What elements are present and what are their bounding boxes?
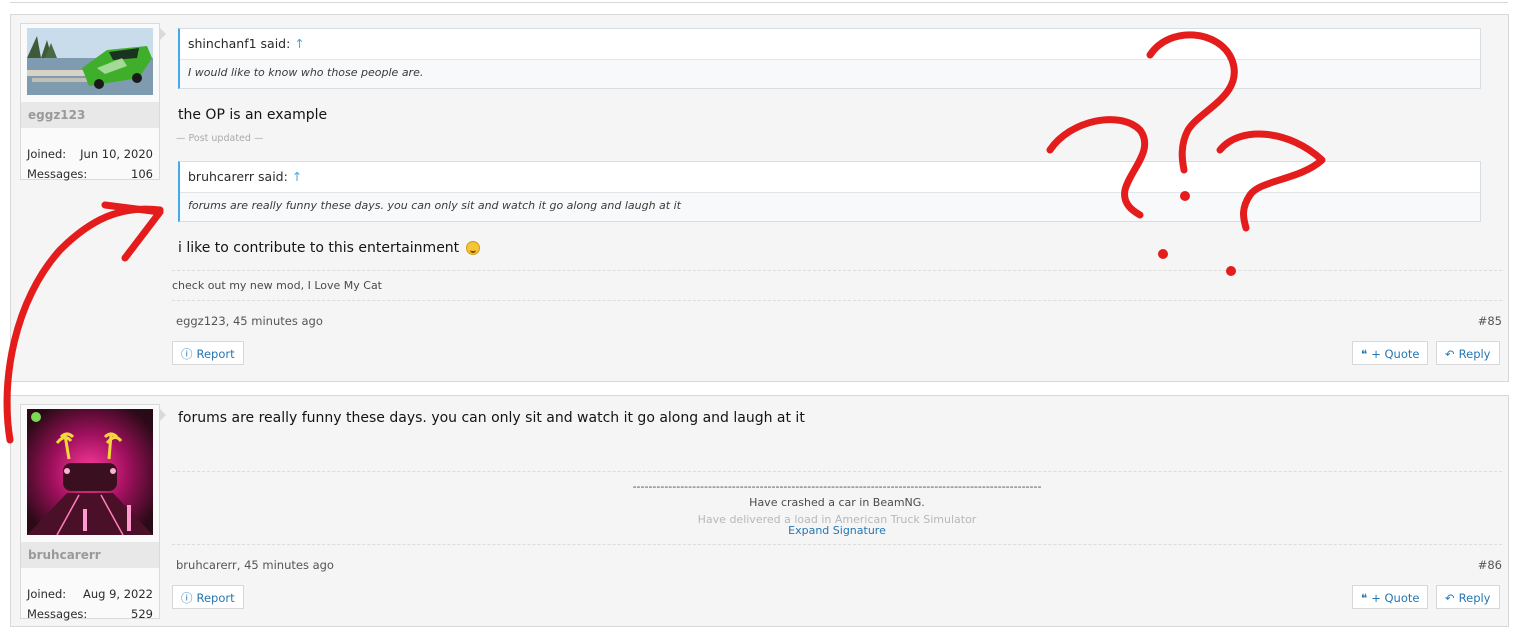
post-text-content: i like to contribute to this entertainme… bbox=[178, 240, 460, 256]
joined-value: Aug 9, 2022 bbox=[82, 587, 153, 601]
reply-button[interactable]: ↶ Reply bbox=[1436, 341, 1500, 365]
joined-label: Joined: bbox=[27, 147, 67, 161]
report-label: Report bbox=[196, 347, 235, 361]
post-text: i like to contribute to this entertainme… bbox=[178, 240, 480, 256]
divider bbox=[172, 300, 1502, 301]
userbox-pointer bbox=[159, 27, 166, 41]
quote-header: bruhcarerr said: ↑ bbox=[180, 162, 1480, 193]
messages-value: 529 bbox=[131, 607, 153, 621]
forum-post: bruhcarerr Joined: Aug 9, 2022 Messages:… bbox=[10, 395, 1509, 627]
userbox-pointer bbox=[159, 408, 166, 422]
info-circle-icon: ⓘ bbox=[181, 347, 193, 361]
jump-up-icon[interactable]: ↑ bbox=[292, 169, 302, 184]
quote-block: bruhcarerr said: ↑ forums are really funn… bbox=[178, 161, 1481, 222]
divider bbox=[172, 544, 1502, 545]
quote-text: forums are really funny these days. you … bbox=[188, 199, 681, 212]
forum-post: eggz123 Joined: Jun 10, 2020 Messages: 1… bbox=[10, 14, 1509, 382]
joined-value: Jun 10, 2020 bbox=[80, 147, 153, 161]
signature-line: Have crashed a car in BeamNG. bbox=[749, 496, 925, 509]
joined-label: Joined: bbox=[27, 587, 67, 601]
reply-button[interactable]: ↶ Reply bbox=[1436, 585, 1500, 609]
quote-author[interactable]: shinchanf1 said: bbox=[188, 36, 290, 51]
reply-icon: ↶ bbox=[1445, 591, 1455, 605]
divider bbox=[172, 270, 1502, 271]
quote-icon: ❝ bbox=[1361, 347, 1368, 361]
quote-icon: ❝ bbox=[1361, 591, 1368, 605]
quote-label: + Quote bbox=[1371, 347, 1420, 361]
quote-button[interactable]: ❝ + Quote bbox=[1352, 585, 1429, 609]
post-text: forums are really funny these days. you … bbox=[178, 410, 805, 426]
avatar[interactable] bbox=[27, 28, 153, 95]
username[interactable]: bruhcarerr bbox=[21, 542, 159, 568]
post-text: the OP is an example bbox=[178, 107, 328, 123]
report-button[interactable]: ⓘ Report bbox=[172, 341, 244, 365]
username[interactable]: eggz123 bbox=[21, 102, 159, 128]
avatar[interactable] bbox=[27, 409, 153, 535]
messages-label: Messages: bbox=[27, 607, 88, 621]
user-info-box: bruhcarerr Joined: Aug 9, 2022 Messages:… bbox=[20, 404, 160, 621]
post-number[interactable]: #86 bbox=[1478, 558, 1502, 572]
signature-rule: ----------------------------------------… bbox=[632, 480, 1042, 493]
post-meta[interactable]: eggz123, 45 minutes ago bbox=[176, 314, 323, 328]
quote-author[interactable]: bruhcarerr said: bbox=[188, 169, 288, 184]
info-circle-icon: ⓘ bbox=[181, 591, 193, 605]
user-info-box: eggz123 Joined: Jun 10, 2020 Messages: 1… bbox=[20, 23, 160, 181]
quote-text: I would like to know who those people ar… bbox=[188, 66, 424, 79]
report-label: Report bbox=[196, 591, 235, 605]
post-updated-note: — Post updated — bbox=[176, 133, 264, 144]
expand-signature-link[interactable]: Expand Signature bbox=[172, 524, 1502, 537]
messages-label: Messages: bbox=[27, 167, 88, 181]
post-number[interactable]: #85 bbox=[1478, 314, 1502, 328]
reply-label: Reply bbox=[1458, 591, 1491, 605]
quote-header: shinchanf1 said: ↑ bbox=[180, 29, 1480, 60]
grin-emoji-icon bbox=[465, 241, 480, 255]
quote-block: shinchanf1 said: ↑ I would like to know w… bbox=[178, 28, 1481, 89]
quote-button[interactable]: ❝ + Quote bbox=[1352, 341, 1429, 365]
jump-up-icon[interactable]: ↑ bbox=[294, 36, 304, 51]
quote-label: + Quote bbox=[1371, 591, 1420, 605]
messages-value: 106 bbox=[131, 167, 153, 181]
top-divider bbox=[10, 0, 1508, 3]
report-button[interactable]: ⓘ Report bbox=[172, 585, 244, 609]
signature: check out my new mod, I Love My Cat bbox=[172, 279, 382, 292]
post-meta[interactable]: bruhcarerr, 45 minutes ago bbox=[176, 558, 334, 572]
reply-icon: ↶ bbox=[1445, 347, 1455, 361]
reply-label: Reply bbox=[1458, 347, 1491, 361]
divider bbox=[172, 471, 1502, 472]
